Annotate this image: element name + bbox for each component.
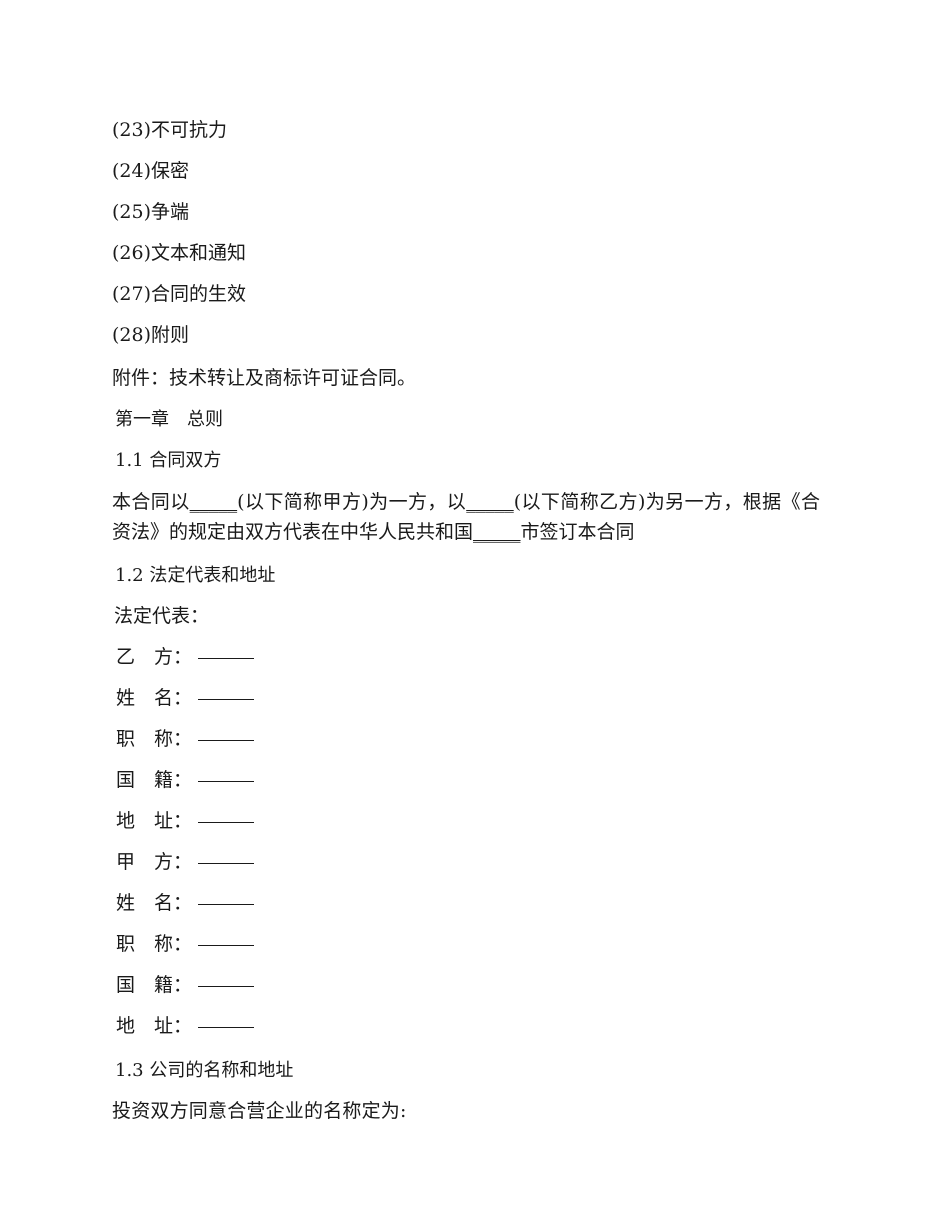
field-label-party-b-address: 地 址：	[116, 810, 193, 832]
field-row-party-a-name: 甲 方：	[112, 842, 835, 883]
chapter-heading-1: 第一章 总则	[115, 409, 223, 430]
section-heading-1-2: 1.2 法定代表和地址	[115, 565, 276, 586]
field-blank-party-a-person-name[interactable]	[198, 904, 255, 905]
clause-item-23: (23)不可抗力	[112, 119, 228, 141]
document-body: (23)不可抗力 (24)保密 (25)争端 (26)文本和通知 (27)合同的…	[112, 110, 835, 1132]
field-row-party-b-nationality: 国 籍：	[112, 760, 835, 801]
field-blank-party-a-title[interactable]	[198, 945, 255, 946]
field-row-party-a-address: 地 址：	[112, 1006, 835, 1047]
field-blank-party-b-title[interactable]	[198, 740, 255, 741]
parties-paragraph-blank-2[interactable]: _____	[466, 491, 514, 513]
section-heading-1-1: 1.1 合同双方	[115, 450, 222, 471]
clause-item-25: (25)争端	[112, 201, 190, 223]
parties-paragraph: 本合同以_____(以下简称甲方)为一方，以_____(以下简称乙方)为另一方，…	[112, 487, 820, 547]
attachment-note: 附件：技术转让及商标许可证合同。	[112, 367, 417, 389]
field-row-party-b-title: 职 称：	[112, 719, 835, 760]
field-blank-party-b[interactable]	[198, 658, 255, 659]
field-label-party-b-person-name: 姓 名：	[116, 687, 193, 709]
parties-paragraph-blank-1[interactable]: _____	[190, 491, 238, 513]
clause-item-27: (27)合同的生效	[112, 283, 247, 305]
document-page: (23)不可抗力 (24)保密 (25)争端 (26)文本和通知 (27)合同的…	[0, 0, 950, 1230]
field-row-party-b-name: 乙 方：	[112, 637, 835, 678]
parties-paragraph-part1: 本合同以	[112, 491, 190, 513]
company-name-statement: 投资双方同意合营企业的名称定为:	[112, 1100, 407, 1122]
parties-paragraph-part2: (以下简称甲方)为一方，以	[237, 491, 467, 513]
field-blank-party-b-person-name[interactable]	[198, 699, 255, 700]
field-label-party-b-nationality: 国 籍：	[116, 769, 193, 791]
section-heading-1-3: 1.3 公司的名称和地址	[115, 1060, 294, 1081]
field-label-party-a-title: 职 称：	[116, 933, 193, 955]
field-blank-party-b-address[interactable]	[198, 822, 255, 823]
field-label-party-a-nationality: 国 籍：	[116, 974, 193, 996]
field-blank-party-a[interactable]	[198, 863, 255, 864]
field-blank-party-b-nationality[interactable]	[198, 781, 255, 782]
clause-item-24: (24)保密	[112, 160, 190, 182]
parties-paragraph-part4: 市签订本合同	[520, 521, 635, 543]
field-row-party-b-address: 地 址：	[112, 801, 835, 842]
field-row-party-b-person-name: 姓 名：	[112, 678, 835, 719]
clause-item-28: (28)附则	[112, 324, 190, 346]
field-blank-party-a-nationality[interactable]	[198, 986, 255, 987]
field-blank-party-a-address[interactable]	[198, 1027, 255, 1028]
field-label-party-b-title: 职 称：	[116, 728, 193, 750]
clause-item-26: (26)文本和通知	[112, 242, 247, 264]
field-label-party-b: 乙 方：	[116, 646, 193, 668]
parties-paragraph-blank-3[interactable]: _____	[473, 521, 521, 543]
field-row-party-a-title: 职 称：	[112, 924, 835, 965]
field-label-party-a-person-name: 姓 名：	[116, 892, 193, 914]
legal-representative-label: 法定代表：	[114, 605, 210, 627]
field-label-party-a: 甲 方：	[116, 851, 193, 873]
field-row-party-a-person-name: 姓 名：	[112, 883, 835, 924]
field-row-party-a-nationality: 国 籍：	[112, 965, 835, 1006]
field-label-party-a-address: 地 址：	[116, 1015, 193, 1037]
